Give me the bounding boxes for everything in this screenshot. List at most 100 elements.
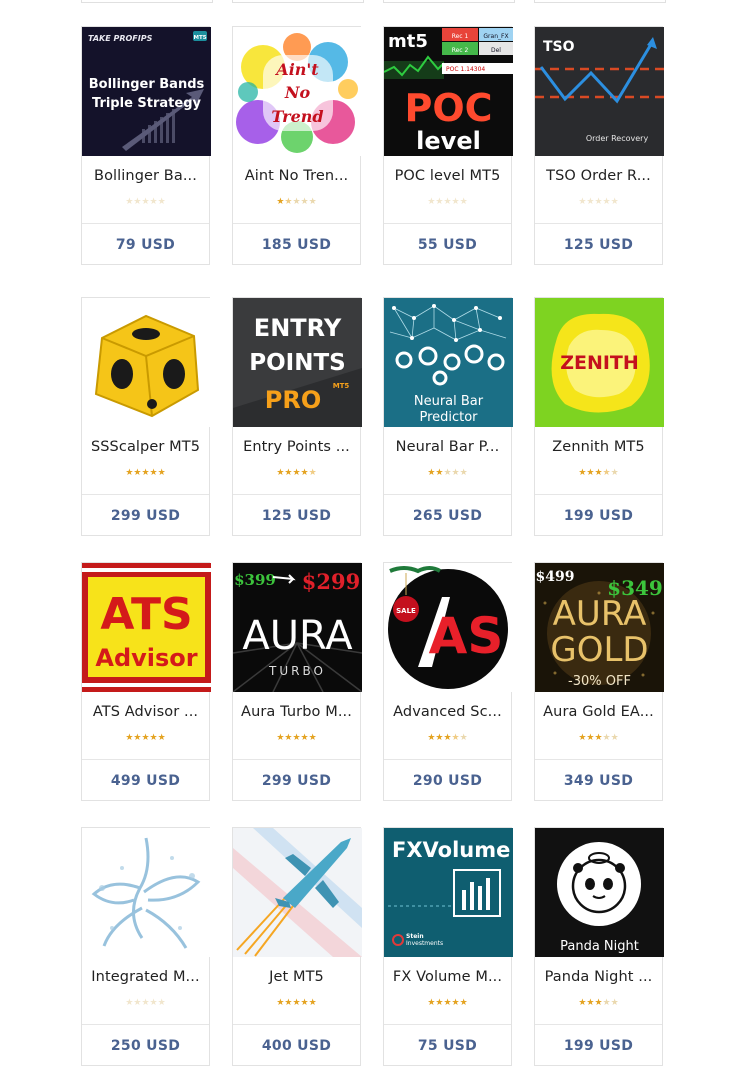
card-divider [82,494,209,495]
product-title[interactable]: Aura Gold EA... [541,704,656,720]
previous-row-card-edge [534,0,666,3]
product-title[interactable]: TSO Order R... [541,168,656,184]
product-card[interactable]: Integrated M... ★★★★★ 250 USD [81,827,211,1066]
product-thumbnail[interactable]: $399 $299 AURA TURBO [233,563,362,692]
svg-text:Triple Strategy: Triple Strategy [92,96,202,111]
product-card[interactable]: SSScalper MT5 ★★★★★ 299 USD [81,297,211,536]
product-title[interactable]: Aint No Tren... [239,168,354,184]
product-card[interactable]: Panda Night Panda Night ... ★★★★★ 199 US… [534,827,664,1066]
product-title[interactable]: Neural Bar P... [390,439,505,455]
product-thumbnail[interactable]: ZENITH [535,298,664,427]
svg-text:Order Recovery: Order Recovery [586,134,649,143]
product-thumbnail[interactable]: TAKE PROFIPS MT5 Bollinger Bands Triple … [82,27,211,156]
product-thumbnail[interactable]: ENTRY POINTS PRO MT5 [233,298,362,427]
product-thumbnail[interactable]: SALE AS [384,563,513,692]
product-price: 79 USD [115,237,176,253]
product-card[interactable]: Neural Bar Predictor Neural Bar P... ★★★… [383,297,513,536]
product-card[interactable]: TSO Order Recovery TSO Order R... ★★★★★ … [534,26,664,265]
svg-text:mt5: mt5 [388,31,428,52]
svg-text:POC 1.14304: POC 1.14304 [446,66,485,73]
svg-text:$499: $499 [536,569,575,585]
product-title[interactable]: ATS Advisor ... [88,704,203,720]
product-price: 55 USD [417,237,478,253]
svg-text:Gran_FX: Gran_FX [483,33,508,40]
product-thumbnail[interactable]: TSO Order Recovery [535,27,664,156]
product-card[interactable]: $499 $349 AURA GOLD -30% OFF Aura Gold E… [534,562,664,801]
card-divider [535,759,662,760]
rating-stars: ★★★★★ [427,468,468,478]
product-title[interactable]: Panda Night ... [541,969,656,985]
svg-text:Neural Bar: Neural Bar [414,394,484,409]
svg-text:Stein: Stein [406,933,424,940]
product-title[interactable]: Zennith MT5 [541,439,656,455]
product-thumbnail[interactable]: FXVolume Stein Investments [384,828,513,957]
card-divider [535,223,662,224]
rating-stars: ★★★★★ [427,998,468,1008]
card-divider [535,1024,662,1025]
svg-text:TURBO: TURBO [268,664,326,678]
product-title[interactable]: Entry Points ... [239,439,354,455]
card-divider [384,494,511,495]
product-card[interactable]: ZENITH Zennith MT5 ★★★★★ 199 USD [534,297,664,536]
rating-stars: ★★★★★ [125,197,166,207]
rating-stars: ★★★★★ [125,733,166,743]
card-divider [535,494,662,495]
product-thumbnail[interactable]: Panda Night [535,828,664,957]
product-thumbnail[interactable]: $499 $349 AURA GOLD -30% OFF [535,563,664,692]
card-divider [233,223,360,224]
svg-text:Advisor: Advisor [95,644,197,672]
card-divider [233,759,360,760]
product-thumbnail[interactable]: Ain't No Trend [233,27,362,156]
svg-text:ATS: ATS [100,589,192,640]
product-card[interactable]: FXVolume Stein Investments FX Volume M..… [383,827,513,1066]
card-divider [384,759,511,760]
product-title[interactable]: Aura Turbo M... [239,704,354,720]
product-thumbnail[interactable]: mt5 Rec 1 Gran_FX Rec 2 Del POC 1.14304 … [384,27,513,156]
product-title[interactable]: POC level MT5 [390,168,505,184]
product-card[interactable]: TAKE PROFIPS MT5 Bollinger Bands Triple … [81,26,211,265]
product-title[interactable]: Integrated M... [88,969,203,985]
product-card[interactable]: ENTRY POINTS PRO MT5 Entry Points ... ★★… [232,297,362,536]
svg-text:-30% OFF: -30% OFF [568,674,631,689]
product-price: 199 USD [563,1038,634,1054]
product-title[interactable]: SSScalper MT5 [88,439,203,455]
card-divider [233,494,360,495]
product-title[interactable]: Advanced Sc... [390,704,505,720]
product-price: 290 USD [412,773,483,789]
card-divider [82,223,209,224]
previous-row-card-edge [232,0,364,3]
product-card[interactable]: Ain't No Trend Aint No Tren... ★★★★★ 185… [232,26,362,265]
svg-text:Predictor: Predictor [419,410,478,425]
svg-text:No: No [284,83,311,102]
rating-stars: ★★★★★ [578,197,619,207]
product-card[interactable]: Jet MT5 ★★★★★ 400 USD [232,827,362,1066]
svg-text:Del: Del [491,47,501,54]
rating-stars: ★★★★★ [427,733,468,743]
product-thumbnail[interactable]: Neural Bar Predictor [384,298,513,427]
card-divider [233,1024,360,1025]
product-title[interactable]: Jet MT5 [239,969,354,985]
svg-text:POINTS: POINTS [249,350,345,376]
svg-text:TSO: TSO [543,39,575,55]
product-thumbnail[interactable] [82,828,211,957]
svg-text:Bollinger Bands: Bollinger Bands [89,77,205,92]
svg-text:AURA: AURA [553,594,647,634]
card-divider [384,223,511,224]
product-thumbnail[interactable]: ATS Advisor [82,563,211,692]
product-card[interactable]: SALE AS Advanced Sc... ★★★★★ 290 USD [383,562,513,801]
product-thumbnail[interactable] [233,828,362,957]
product-card[interactable]: ATS Advisor ATS Advisor ... ★★★★★ 499 US… [81,562,211,801]
product-title[interactable]: FX Volume M... [390,969,505,985]
svg-text:Panda Night: Panda Night [560,939,639,954]
product-price: 125 USD [261,508,332,524]
svg-text:AS: AS [429,607,504,665]
product-thumbnail[interactable] [82,298,211,427]
card-divider [384,1024,511,1025]
product-card[interactable]: $399 $299 AURA TURBO Aura Turbo M... ★★★… [232,562,362,801]
product-price: 185 USD [261,237,332,253]
card-divider [82,759,209,760]
product-card[interactable]: mt5 Rec 1 Gran_FX Rec 2 Del POC 1.14304 … [383,26,513,265]
svg-text:ZENITH: ZENITH [560,352,639,374]
product-price: 299 USD [110,508,181,524]
product-title[interactable]: Bollinger Ba... [88,168,203,184]
